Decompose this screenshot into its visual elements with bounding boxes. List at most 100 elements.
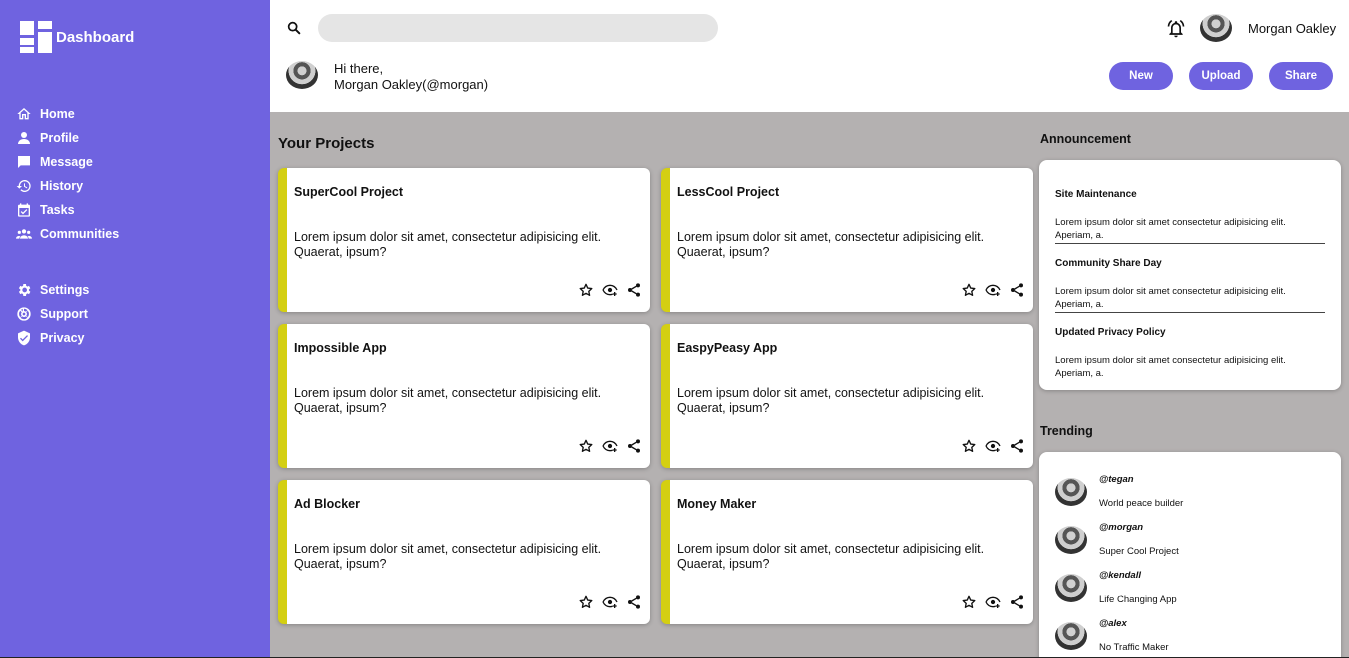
sidebar-item-privacy[interactable]: Privacy <box>16 326 256 350</box>
project-actions <box>570 438 642 454</box>
share-icon[interactable] <box>1009 438 1025 454</box>
sidebar-item-message[interactable]: Message <box>16 150 256 174</box>
sidebar-item-label: Home <box>40 107 75 121</box>
avatar <box>1055 526 1087 554</box>
share-icon[interactable] <box>626 594 642 610</box>
brand[interactable]: Dashboard <box>20 21 134 53</box>
share-icon[interactable] <box>1009 282 1025 298</box>
watch-icon[interactable] <box>602 594 618 610</box>
sidebar-item-label: Tasks <box>40 203 75 217</box>
trending-panel: @tegan World peace builder @morgan Super… <box>1039 452 1341 658</box>
user-icon <box>18 132 30 144</box>
trending-description: No Traffic Maker <box>1099 642 1169 653</box>
star-icon[interactable] <box>961 594 977 610</box>
star-icon[interactable] <box>578 594 594 610</box>
sidebar-item-settings[interactable]: Settings <box>16 278 256 302</box>
announcement-item[interactable]: Site Maintenance Lorem ipsum dolor sit a… <box>1055 189 1325 244</box>
announcement-item-body: Lorem ipsum dolor sit amet consectetur a… <box>1055 286 1286 310</box>
project-title: Money Maker <box>677 497 757 511</box>
project-card[interactable]: EaspyPeasy App Lorem ipsum dolor sit ame… <box>661 324 1033 468</box>
share-icon[interactable] <box>626 282 642 298</box>
project-actions <box>570 594 642 610</box>
star-icon[interactable] <box>578 438 594 454</box>
star-icon[interactable] <box>961 282 977 298</box>
trending-item[interactable]: @tegan World peace builder <box>1055 474 1335 522</box>
project-title: EaspyPeasy App <box>677 341 778 355</box>
brand-title: Dashboard <box>56 28 135 46</box>
share-icon[interactable] <box>1009 594 1025 610</box>
search-input[interactable] <box>318 14 718 42</box>
project-description: Lorem ipsum dolor sit amet, consectetur … <box>294 542 602 571</box>
sidebar-item-label: History <box>40 179 84 193</box>
trending-item[interactable]: @alex No Traffic Maker <box>1055 618 1335 658</box>
project-actions <box>953 438 1025 454</box>
trending-title: Trending <box>1040 424 1093 438</box>
sidebar-item-label: Privacy <box>40 331 85 345</box>
sidebar-item-profile[interactable]: Profile <box>16 126 256 150</box>
sidebar-nav: Home Profile Message History Tasks Commu… <box>16 102 256 350</box>
project-actions <box>570 282 642 298</box>
upload-button[interactable]: Upload <box>1189 62 1253 90</box>
trending-handle: @tegan <box>1099 474 1134 485</box>
home-icon <box>17 108 31 120</box>
watch-icon[interactable] <box>602 438 618 454</box>
project-card[interactable]: Impossible App Lorem ipsum dolor sit ame… <box>278 324 650 468</box>
watch-icon[interactable] <box>985 282 1001 298</box>
star-icon[interactable] <box>578 282 594 298</box>
trending-handle: @morgan <box>1099 522 1144 533</box>
greeting-user: Morgan Oakley(@morgan) <box>334 77 489 92</box>
share-icon[interactable] <box>626 438 642 454</box>
header-username[interactable]: Morgan Oakley <box>1248 21 1336 36</box>
dashboard-logo-icon <box>20 21 52 53</box>
sidebar-item-home[interactable]: Home <box>16 102 256 126</box>
project-card[interactable]: Ad Blocker Lorem ipsum dolor sit amet, c… <box>278 480 650 624</box>
sidebar-item-support[interactable]: Support <box>16 302 256 326</box>
project-card[interactable]: Money Maker Lorem ipsum dolor sit amet, … <box>661 480 1033 624</box>
trending-item[interactable]: @kendall Life Changing App <box>1055 570 1335 618</box>
search-icon[interactable] <box>286 20 302 36</box>
sidebar-item-label: Settings <box>40 283 90 297</box>
trending-description: Life Changing App <box>1099 594 1177 605</box>
avatar <box>1055 622 1087 650</box>
history-icon <box>16 180 31 192</box>
project-title: Impossible App <box>294 341 387 355</box>
trending-item[interactable]: @morgan Super Cool Project <box>1055 522 1335 570</box>
project-description: Lorem ipsum dolor sit amet, consectetur … <box>677 230 985 259</box>
sidebar-item-communities[interactable]: Communities <box>16 222 256 246</box>
project-card[interactable]: LessCool Project Lorem ipsum dolor sit a… <box>661 168 1033 312</box>
sidebar: Dashboard Home Profile Message History T… <box>0 0 270 658</box>
announcement-item[interactable]: Updated Privacy Policy Lorem ipsum dolor… <box>1055 327 1325 381</box>
trending-description: World peace builder <box>1099 498 1184 509</box>
announcement-item-title: Site Maintenance <box>1055 189 1137 200</box>
star-icon[interactable] <box>961 438 977 454</box>
project-description: Lorem ipsum dolor sit amet, consectetur … <box>677 386 985 415</box>
watch-icon[interactable] <box>985 594 1001 610</box>
project-card[interactable]: SuperCool Project Lorem ipsum dolor sit … <box>278 168 650 312</box>
project-description: Lorem ipsum dolor sit amet, consectetur … <box>294 386 602 415</box>
sidebar-item-tasks[interactable]: Tasks <box>16 198 256 222</box>
watch-icon[interactable] <box>602 282 618 298</box>
announcement-item-title: Updated Privacy Policy <box>1055 327 1166 338</box>
avatar[interactable] <box>1200 14 1232 42</box>
users-icon <box>16 229 32 239</box>
announcement-item-title: Community Share Day <box>1055 258 1162 269</box>
gear-icon <box>18 284 31 296</box>
project-actions <box>953 594 1025 610</box>
new-button[interactable]: New <box>1109 62 1173 90</box>
announcement-item-body: Lorem ipsum dolor sit amet consectetur a… <box>1055 355 1286 379</box>
greeting-text: Hi there, <box>334 61 384 76</box>
announcement-panel: Site Maintenance Lorem ipsum dolor sit a… <box>1039 160 1341 390</box>
announcement-item[interactable]: Community Share Day Lorem ipsum dolor si… <box>1055 258 1325 313</box>
notification-bell-icon[interactable] <box>1166 19 1186 39</box>
chat-icon <box>18 156 30 168</box>
share-button[interactable]: Share <box>1269 62 1333 90</box>
sidebar-item-label: Support <box>40 307 88 321</box>
project-title: Ad Blocker <box>294 497 360 511</box>
sidebar-item-history[interactable]: History <box>16 174 256 198</box>
trending-description: Super Cool Project <box>1099 546 1179 557</box>
project-actions <box>953 282 1025 298</box>
avatar <box>1055 478 1087 506</box>
watch-icon[interactable] <box>985 438 1001 454</box>
support-icon <box>17 307 31 321</box>
